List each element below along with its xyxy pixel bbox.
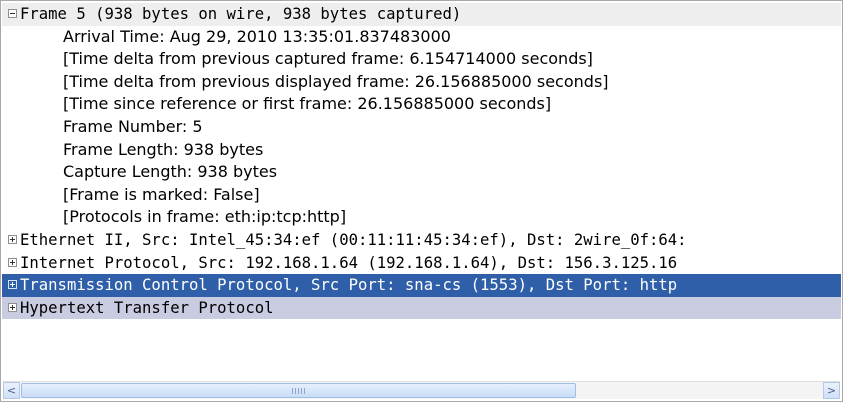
- tree-item-ethernet[interactable]: Ethernet II, Src: Intel_45:34:ef (00:11:…: [2, 229, 841, 252]
- field-label: Capture Length: 938 bytes: [63, 162, 278, 182]
- scroll-left-button[interactable]: <: [3, 382, 20, 399]
- field-frame-marked[interactable]: [Frame is marked: False]: [2, 184, 841, 207]
- grip-icon: [292, 388, 306, 394]
- horizontal-scrollbar[interactable]: < >: [3, 381, 840, 399]
- field-label: [Time since reference or first frame: 26…: [63, 94, 552, 114]
- field-label: Arrival Time: Aug 29, 2010 13:35:01.8374…: [63, 26, 451, 46]
- field-label: Frame Length: 938 bytes: [63, 139, 264, 159]
- tree-item-frame[interactable]: Frame 5 (938 bytes on wire, 938 bytes ca…: [2, 3, 841, 26]
- field-label: [Protocols in frame: eth:ip:tcp:http]: [63, 207, 347, 227]
- field-time-since-reference[interactable]: [Time since reference or first frame: 26…: [2, 93, 841, 116]
- field-protocols-in-frame[interactable]: [Protocols in frame: eth:ip:tcp:http]: [2, 206, 841, 229]
- tree-item-http[interactable]: Hypertext Transfer Protocol: [2, 296, 841, 320]
- tree-item-label: Frame 5 (938 bytes on wire, 938 bytes ca…: [20, 5, 462, 23]
- scrollbar-thumb[interactable]: [21, 383, 576, 398]
- field-capture-length[interactable]: Capture Length: 938 bytes: [2, 161, 841, 184]
- chevron-left-icon: <: [6, 384, 17, 397]
- expand-icon[interactable]: [8, 234, 17, 244]
- protocol-tree: Frame 5 (938 bytes on wire, 938 bytes ca…: [2, 3, 841, 320]
- tree-item-ip[interactable]: Internet Protocol, Src: 192.168.1.64 (19…: [2, 252, 841, 275]
- expand-icon[interactable]: [8, 302, 17, 312]
- collapse-icon[interactable]: [8, 9, 17, 18]
- tree-item-label: Internet Protocol, Src: 192.168.1.64 (19…: [20, 253, 678, 272]
- field-label: Frame Number: 5: [63, 116, 203, 136]
- chevron-right-icon: >: [826, 384, 837, 397]
- field-time-delta-displayed[interactable]: [Time delta from previous displayed fram…: [2, 71, 841, 94]
- field-time-delta-captured[interactable]: [Time delta from previous captured frame…: [2, 48, 841, 71]
- field-arrival-time[interactable]: Arrival Time: Aug 29, 2010 13:35:01.8374…: [2, 26, 841, 49]
- tree-item-label: Hypertext Transfer Protocol: [20, 298, 274, 317]
- field-frame-length[interactable]: Frame Length: 938 bytes: [2, 139, 841, 162]
- scroll-right-button[interactable]: >: [823, 382, 840, 399]
- packet-details-pane: Frame 5 (938 bytes on wire, 938 bytes ca…: [0, 0, 843, 402]
- field-label: [Frame is marked: False]: [63, 184, 260, 204]
- field-label: [Time delta from previous captured frame…: [63, 49, 593, 69]
- tree-item-label: Ethernet II, Src: Intel_45:34:ef (00:11:…: [20, 230, 687, 249]
- field-frame-number[interactable]: Frame Number: 5: [2, 116, 841, 139]
- tree-item-tcp[interactable]: Transmission Control Protocol, Src Port:…: [2, 274, 841, 297]
- expand-icon[interactable]: [8, 280, 17, 290]
- expand-icon[interactable]: [8, 257, 17, 267]
- tree-item-label: Transmission Control Protocol, Src Port:…: [20, 276, 678, 295]
- field-label: [Time delta from previous displayed fram…: [63, 71, 609, 91]
